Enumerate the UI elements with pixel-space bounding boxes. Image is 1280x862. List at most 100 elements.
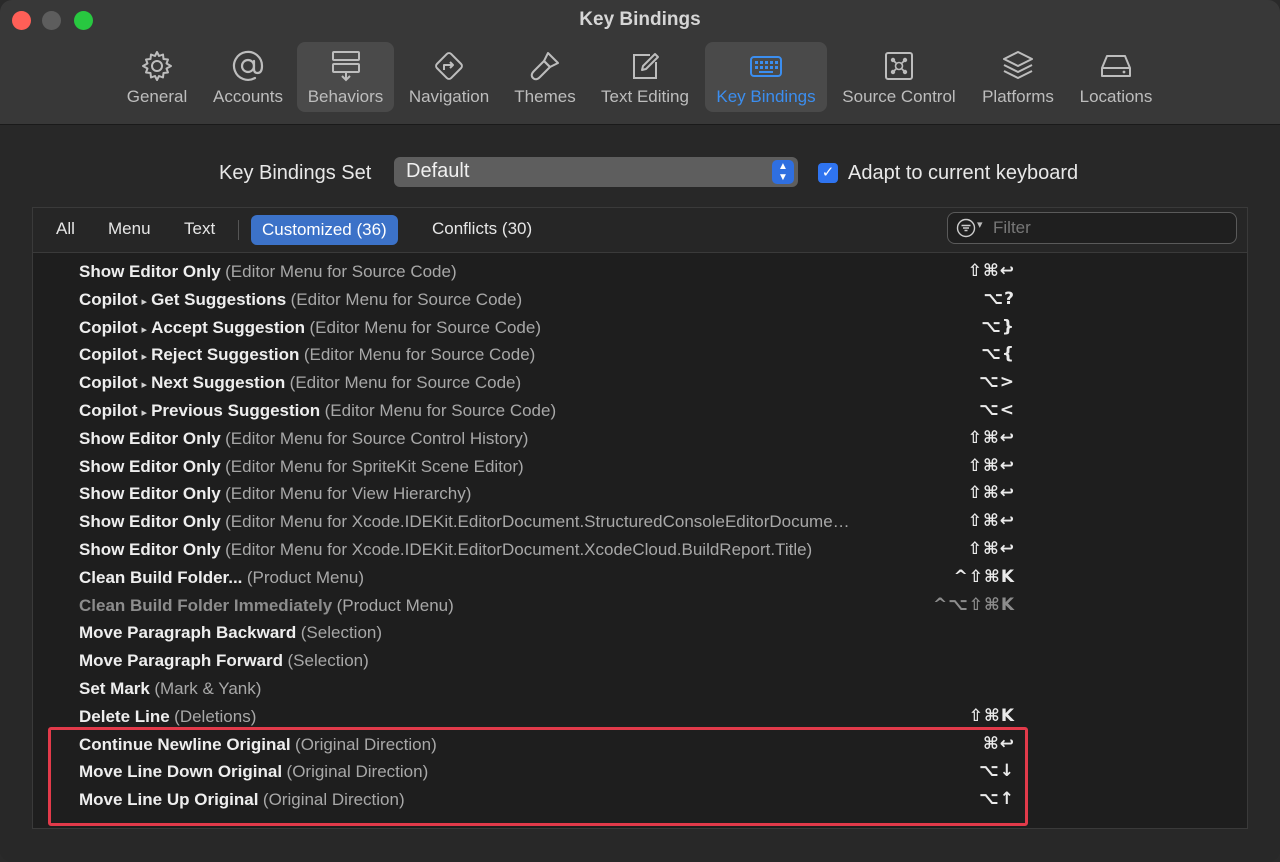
key-shortcut[interactable]: ⌘↩	[983, 734, 1015, 754]
command-name: Clean Build Folder...	[79, 567, 243, 587]
chevron-down-icon: ▾	[977, 219, 983, 231]
row-content: Move Paragraph Forward (Selection)	[79, 651, 879, 671]
table-row[interactable]: Move Paragraph Backward (Selection)	[79, 621, 1229, 647]
tab-themes[interactable]: Themes	[507, 42, 583, 112]
submenu-arrow-icon: ▸	[141, 351, 148, 364]
key-shortcut[interactable]: ⇧⌘K	[969, 706, 1015, 726]
table-row[interactable]: Show Editor Only (Editor Menu for Source…	[79, 260, 1229, 286]
tab-text-editing[interactable]: Text Editing	[593, 42, 697, 112]
tab-accounts[interactable]: Accounts	[206, 42, 290, 112]
filter-placeholder: Filter	[993, 218, 1031, 237]
table-row[interactable]: Set Mark (Mark & Yank)	[79, 677, 1229, 703]
filter-conflicts[interactable]: Conflicts (30)	[432, 219, 532, 239]
filter-search-field[interactable]: ▾ Filter	[947, 212, 1237, 244]
command-group: Copilot	[79, 401, 138, 420]
table-row[interactable]: Copilot ▸ Accept Suggestion (Editor Menu f…	[79, 316, 1229, 342]
tab-source-control[interactable]: Source Control	[835, 42, 963, 112]
filter-all[interactable]: All	[56, 219, 75, 239]
key-shortcut[interactable]: ⇧⌘↩	[968, 483, 1015, 503]
filter-menu[interactable]: Menu	[108, 219, 151, 239]
row-content: Clean Build Folder... (Product Menu)	[79, 568, 879, 588]
table-row[interactable]: Copilot ▸ Next Suggestion (Editor Menu for…	[79, 371, 1229, 397]
behaviors-icon	[328, 48, 364, 84]
command-name: Set Mark	[79, 679, 150, 698]
filter-icon[interactable]	[956, 218, 976, 238]
key-shortcut[interactable]: ⌥{	[981, 344, 1015, 364]
tab-general[interactable]: General	[118, 42, 196, 112]
row-content: Move Line Down Original (Original Direct…	[79, 762, 879, 782]
key-shortcut[interactable]: ⇧⌘↩	[968, 539, 1015, 559]
row-content: Move Line Up Original (Original Directio…	[79, 790, 879, 810]
tab-behaviors[interactable]: Behaviors	[297, 42, 394, 112]
tab-key-bindings[interactable]: Key Bindings	[705, 42, 827, 112]
tab-label: Themes	[514, 87, 576, 106]
key-shortcut[interactable]: ⇧⌘↩	[968, 428, 1015, 448]
key-shortcut[interactable]: ^⌥⇧⌘K	[933, 595, 1015, 615]
key-shortcut[interactable]: ^⇧⌘K	[954, 567, 1015, 587]
table-row[interactable]: Show Editor Only (Editor Menu for Xcode.…	[79, 510, 1229, 536]
command-context: (Mark & Yank)	[154, 679, 262, 698]
table-row[interactable]: Copilot ▸ Previous Suggestion (Editor Menu…	[79, 399, 1229, 425]
table-row[interactable]: Copilot ▸ Get Suggestions (Editor Menu for…	[79, 288, 1229, 314]
command-context: (Editor Menu for SpriteKit Scene Editor)	[225, 456, 524, 476]
brush-icon	[527, 48, 563, 84]
table-row[interactable]: Show Editor Only (Editor Menu for Xcode.…	[79, 538, 1229, 564]
table-row[interactable]: Show Editor Only (Editor Menu for Source…	[79, 427, 1229, 453]
command-name: Accept Suggestion	[151, 317, 306, 337]
tab-label: General	[126, 87, 188, 106]
table-row[interactable]	[79, 252, 1229, 258]
table-row[interactable]: Move Line Down Original (Original Direct…	[79, 760, 1229, 786]
window-title: Key Bindings	[579, 9, 701, 30]
filter-bar: All Menu Text Customized (36) Conflicts …	[33, 208, 1247, 253]
filter-text[interactable]: Text	[184, 219, 215, 239]
key-shortcut[interactable]: ⌥?	[984, 289, 1015, 309]
tab-platforms[interactable]: Platforms	[973, 42, 1063, 112]
table-row[interactable]: Show Editor Only (Editor Menu for View H…	[79, 482, 1229, 508]
row-content: Show Editor Only (Editor Menu for Xcode.…	[79, 512, 879, 532]
adapt-keyboard-label[interactable]: Adapt to current keyboard	[848, 162, 1078, 185]
table-row[interactable]: Copilot ▸ Reject Suggestion (Editor Menu f…	[79, 343, 1229, 369]
command-group: Copilot	[79, 317, 138, 337]
table-row[interactable]: Continue Newline Original (Original Dire…	[79, 733, 1229, 759]
table-row[interactable]: Move Paragraph Forward (Selection)	[79, 649, 1229, 675]
command-name: Continue Newline Original	[79, 734, 291, 754]
row-content: Copilot ▸ Reject Suggestion (Editor Menu f…	[79, 345, 879, 365]
key-shortcut[interactable]: ⌥<	[979, 400, 1015, 420]
key-shortcut[interactable]: ⇧⌘↩	[968, 456, 1015, 476]
key-shortcut[interactable]: ⌥↑	[979, 789, 1015, 809]
table-row[interactable]: Show Editor Only (Editor Menu for Sprite…	[79, 455, 1229, 481]
row-content: Move Paragraph Backward (Selection)	[79, 623, 879, 643]
bindings-list[interactable]: Show Editor Only (Editor Menu for Source…	[33, 252, 1247, 828]
key-shortcut[interactable]: ⇧⌘↩	[968, 511, 1015, 531]
row-content: Delete Line (Deletions)	[79, 707, 879, 727]
tab-locations[interactable]: Locations	[1071, 42, 1161, 112]
adapt-keyboard-checkbox[interactable]: ✓	[818, 163, 838, 183]
tab-label: Navigation	[408, 87, 490, 106]
popup-chevron-icon: ▲ ▼	[772, 160, 794, 184]
row-content: Show Editor Only (Editor Menu for View H…	[79, 484, 879, 504]
command-name: Show Editor Only	[79, 456, 221, 476]
key-shortcut[interactable]: ⌥>	[979, 372, 1015, 392]
command-context: (Editor Menu for Source Control History)	[225, 428, 529, 448]
key-shortcut[interactable]: ⇧⌘↩	[968, 261, 1015, 281]
key-bindings-set-popup[interactable]: Default ▲ ▼	[394, 157, 798, 187]
table-row[interactable]: Delete Line (Deletions) ⇧⌘K	[79, 705, 1229, 731]
tab-navigation[interactable]: Navigation	[401, 42, 497, 112]
command-group: Copilot	[79, 289, 138, 309]
key-shortcut[interactable]: ⌥}	[981, 317, 1015, 337]
keyboard-icon	[748, 48, 784, 84]
key-shortcut[interactable]: ⌥↓	[979, 761, 1015, 781]
at-icon	[230, 48, 266, 84]
tab-label: Locations	[1079, 87, 1153, 106]
filter-customized[interactable]: Customized (36)	[251, 215, 398, 245]
command-context: (Original Direction)	[286, 762, 429, 782]
table-row[interactable]: Move Line Up Original (Original Directio…	[79, 788, 1229, 814]
table-row[interactable]: Clean Build Folder... (Product Menu) ^⇧⌘K	[79, 566, 1229, 592]
command-name: Move Paragraph Forward	[79, 651, 284, 671]
submenu-arrow-icon: ▸	[141, 295, 148, 308]
submenu-arrow-icon: ▸	[141, 407, 148, 419]
table-row[interactable]: Clean Build Folder Immediately (Product …	[79, 594, 1229, 620]
command-name: Reject Suggestion	[151, 345, 300, 365]
row-content: Set Mark (Mark & Yank)	[79, 679, 879, 699]
command-context: (Product Menu)	[246, 567, 365, 587]
